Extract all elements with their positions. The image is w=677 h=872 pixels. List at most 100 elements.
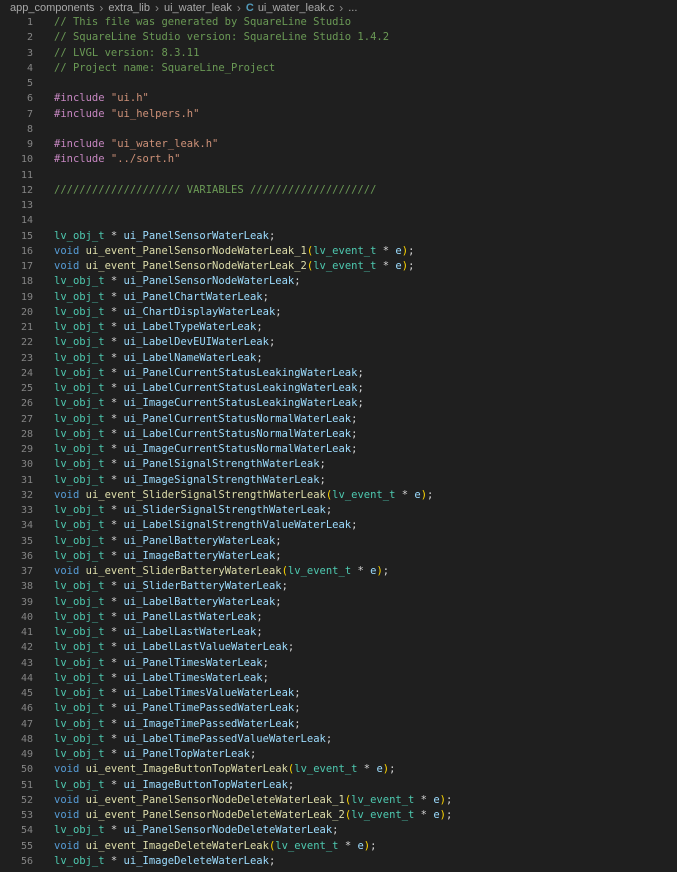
code-text[interactable]: lv_obj_t * ui_PanelTimesWaterLeak;	[54, 656, 269, 671]
code-text[interactable]: lv_obj_t * ui_PanelTimePassedWaterLeak;	[54, 701, 301, 716]
code-text[interactable]: lv_obj_t * ui_ImageBatteryWaterLeak;	[54, 549, 282, 564]
code-text[interactable]: // Project name: SquareLine_Project	[54, 61, 275, 76]
code-line[interactable]: 22 lv_obj_t * ui_LabelDevEUIWaterLeak;	[0, 335, 677, 350]
code-line[interactable]: 3 // LVGL version: 8.3.11	[0, 46, 677, 61]
code-line[interactable]: 34 lv_obj_t * ui_LabelSignalStrengthValue…	[0, 518, 677, 533]
code-line[interactable]: 12 //////////////////// VARIABLES ///////…	[0, 183, 677, 198]
code-text[interactable]: lv_obj_t * ui_SliderSignalStrengthWaterL…	[54, 503, 332, 518]
code-line[interactable]: 38 lv_obj_t * ui_SliderBatteryWaterLeak;	[0, 579, 677, 594]
code-text[interactable]: lv_obj_t * ui_PanelSensorNodeWaterLeak;	[54, 274, 301, 289]
code-line[interactable]: 39 lv_obj_t * ui_LabelBatteryWaterLeak;	[0, 595, 677, 610]
code-line[interactable]: 7 #include "ui_helpers.h"	[0, 107, 677, 122]
code-text[interactable]: lv_obj_t * ui_LabelNameWaterLeak;	[54, 351, 263, 366]
code-line[interactable]: 31 lv_obj_t * ui_ImageSignalStrengthWater…	[0, 473, 677, 488]
code-text[interactable]: lv_obj_t * ui_ImageButtonTopWaterLeak;	[54, 778, 294, 793]
code-line[interactable]: 44 lv_obj_t * ui_LabelTimesWaterLeak;	[0, 671, 677, 686]
code-line[interactable]: 4 // Project name: SquareLine_Project	[0, 61, 677, 76]
code-text[interactable]: #include "ui_helpers.h"	[54, 107, 199, 122]
code-text[interactable]: void ui_event_ImageButtonTopWaterLeak(lv…	[54, 762, 395, 777]
code-text[interactable]: lv_obj_t * ui_LabelTimesWaterLeak;	[54, 671, 269, 686]
code-text[interactable]: void ui_event_PanelSensorNodeDeleteWater…	[54, 793, 452, 808]
code-line[interactable]: 32 void ui_event_SliderSignalStrengthWate…	[0, 488, 677, 503]
code-text[interactable]: lv_obj_t * ui_ImageSignalStrengthWaterLe…	[54, 473, 326, 488]
code-text[interactable]: lv_obj_t * ui_ImageCurrentStatusLeakingW…	[54, 396, 364, 411]
code-line[interactable]: 48 lv_obj_t * ui_LabelTimePassedValueWate…	[0, 732, 677, 747]
code-text[interactable]: lv_obj_t * ui_LabelSignalStrengthValueWa…	[54, 518, 357, 533]
code-line[interactable]: 15 lv_obj_t * ui_PanelSensorWaterLeak;	[0, 229, 677, 244]
code-text[interactable]: void ui_event_ImageDeleteWaterLeak(lv_ev…	[54, 839, 376, 854]
code-text[interactable]: lv_obj_t * ui_PanelSensorWaterLeak;	[54, 229, 275, 244]
code-line[interactable]: 26 lv_obj_t * ui_ImageCurrentStatusLeakin…	[0, 396, 677, 411]
code-line[interactable]: 13	[0, 198, 677, 213]
code-line[interactable]: 6 #include "ui.h"	[0, 91, 677, 106]
code-line[interactable]: 33 lv_obj_t * ui_SliderSignalStrengthWate…	[0, 503, 677, 518]
code-text[interactable]: lv_obj_t * ui_ImageCurrentStatusNormalWa…	[54, 442, 357, 457]
code-text[interactable]: lv_obj_t * ui_PanelCurrentStatusNormalWa…	[54, 412, 357, 427]
code-line[interactable]: 20 lv_obj_t * ui_ChartDisplayWaterLeak;	[0, 305, 677, 320]
code-text[interactable]: #include "../sort.h"	[54, 152, 180, 167]
code-text[interactable]: lv_obj_t * ui_PanelChartWaterLeak;	[54, 290, 269, 305]
code-editor[interactable]: 1 // This file was generated by SquareLin…	[0, 15, 677, 872]
code-text[interactable]: #include "ui.h"	[54, 91, 149, 106]
code-text[interactable]: // LVGL version: 8.3.11	[54, 46, 199, 61]
code-text[interactable]: lv_obj_t * ui_LabelTypeWaterLeak;	[54, 320, 263, 335]
code-line[interactable]: 14	[0, 213, 677, 228]
code-line[interactable]: 19 lv_obj_t * ui_PanelChartWaterLeak;	[0, 290, 677, 305]
code-text[interactable]: lv_obj_t * ui_PanelSensorNodeDeleteWater…	[54, 823, 339, 838]
code-text[interactable]: lv_obj_t * ui_PanelBatteryWaterLeak;	[54, 534, 282, 549]
code-text[interactable]: lv_obj_t * ui_LabelLastWaterLeak;	[54, 625, 263, 640]
code-line[interactable]: 37 void ui_event_SliderBatteryWaterLeak(l…	[0, 564, 677, 579]
breadcrumb-item-extra-lib[interactable]: extra_lib	[108, 2, 150, 14]
code-text[interactable]: lv_obj_t * ui_PanelSignalStrengthWaterLe…	[54, 457, 326, 472]
code-text[interactable]: lv_obj_t * ui_ChartDisplayWaterLeak;	[54, 305, 282, 320]
code-line[interactable]: 36 lv_obj_t * ui_ImageBatteryWaterLeak;	[0, 549, 677, 564]
code-line[interactable]: 41 lv_obj_t * ui_LabelLastWaterLeak;	[0, 625, 677, 640]
code-line[interactable]: 9 #include "ui_water_leak.h"	[0, 137, 677, 152]
code-text[interactable]: lv_obj_t * ui_PanelLastWaterLeak;	[54, 610, 263, 625]
code-line[interactable]: 46 lv_obj_t * ui_PanelTimePassedWaterLeak…	[0, 701, 677, 716]
code-text[interactable]: lv_obj_t * ui_LabelTimesValueWaterLeak;	[54, 686, 301, 701]
code-text[interactable]: lv_obj_t * ui_ImageDeleteWaterLeak;	[54, 854, 275, 869]
code-line[interactable]: 55 void ui_event_ImageDeleteWaterLeak(lv_…	[0, 839, 677, 854]
code-line[interactable]: 8	[0, 122, 677, 137]
code-line[interactable]: 30 lv_obj_t * ui_PanelSignalStrengthWater…	[0, 457, 677, 472]
code-text[interactable]: lv_obj_t * ui_LabelTimePassedValueWaterL…	[54, 732, 332, 747]
code-text[interactable]: lv_obj_t * ui_PanelCurrentStatusLeakingW…	[54, 366, 364, 381]
code-line[interactable]: 40 lv_obj_t * ui_PanelLastWaterLeak;	[0, 610, 677, 625]
code-line[interactable]: 25 lv_obj_t * ui_LabelCurrentStatusLeakin…	[0, 381, 677, 396]
code-text[interactable]: lv_obj_t * ui_SliderBatteryWaterLeak;	[54, 579, 288, 594]
code-text[interactable]: void ui_event_SliderBatteryWaterLeak(lv_…	[54, 564, 389, 579]
code-text[interactable]: // SquareLine Studio version: SquareLine…	[54, 30, 389, 45]
code-text[interactable]: //////////////////// VARIABLES /////////…	[54, 183, 376, 198]
code-line[interactable]: 52 void ui_event_PanelSensorNodeDeleteWat…	[0, 793, 677, 808]
code-line[interactable]: 47 lv_obj_t * ui_ImageTimePassedWaterLeak…	[0, 717, 677, 732]
code-text[interactable]: void ui_event_PanelSensorNodeWaterLeak_1…	[54, 244, 414, 259]
code-line[interactable]: 43 lv_obj_t * ui_PanelTimesWaterLeak;	[0, 656, 677, 671]
code-line[interactable]: 16 void ui_event_PanelSensorNodeWaterLeak…	[0, 244, 677, 259]
code-text[interactable]: // This file was generated by SquareLine…	[54, 15, 351, 30]
breadcrumb-item-app-components[interactable]: app_components	[10, 2, 94, 14]
code-text[interactable]: void ui_event_PanelSensorNodeDeleteWater…	[54, 808, 452, 823]
code-text[interactable]: lv_obj_t * ui_ImageTimePassedWaterLeak;	[54, 717, 301, 732]
code-line[interactable]: 17 void ui_event_PanelSensorNodeWaterLeak…	[0, 259, 677, 274]
code-line[interactable]: 51 lv_obj_t * ui_ImageButtonTopWaterLeak;	[0, 778, 677, 793]
code-text[interactable]: lv_obj_t * ui_PanelTopWaterLeak;	[54, 747, 256, 762]
code-line[interactable]: 10 #include "../sort.h"	[0, 152, 677, 167]
breadcrumb-item-symbols[interactable]: ...	[348, 2, 357, 14]
code-text[interactable]: lv_obj_t * ui_LabelBatteryWaterLeak;	[54, 595, 282, 610]
code-line[interactable]: 21 lv_obj_t * ui_LabelTypeWaterLeak;	[0, 320, 677, 335]
code-line[interactable]: 29 lv_obj_t * ui_ImageCurrentStatusNormal…	[0, 442, 677, 457]
code-line[interactable]: 24 lv_obj_t * ui_PanelCurrentStatusLeakin…	[0, 366, 677, 381]
code-text[interactable]: lv_obj_t * ui_LabelCurrentStatusLeakingW…	[54, 381, 364, 396]
code-line[interactable]: 35 lv_obj_t * ui_PanelBatteryWaterLeak;	[0, 534, 677, 549]
code-line[interactable]: 28 lv_obj_t * ui_LabelCurrentStatusNormal…	[0, 427, 677, 442]
code-line[interactable]: 18 lv_obj_t * ui_PanelSensorNodeWaterLeak…	[0, 274, 677, 289]
breadcrumb-item-file[interactable]: ui_water_leak.c	[258, 2, 334, 14]
code-line[interactable]: 5	[0, 76, 677, 91]
code-text[interactable]: void ui_event_SliderSignalStrengthWaterL…	[54, 488, 433, 503]
code-line[interactable]: 27 lv_obj_t * ui_PanelCurrentStatusNormal…	[0, 412, 677, 427]
code-text[interactable]: void ui_event_PanelSensorNodeWaterLeak_2…	[54, 259, 414, 274]
code-line[interactable]: 23 lv_obj_t * ui_LabelNameWaterLeak;	[0, 351, 677, 366]
breadcrumb-item-ui-water-leak[interactable]: ui_water_leak	[164, 2, 232, 14]
code-line[interactable]: 1 // This file was generated by SquareLin…	[0, 15, 677, 30]
